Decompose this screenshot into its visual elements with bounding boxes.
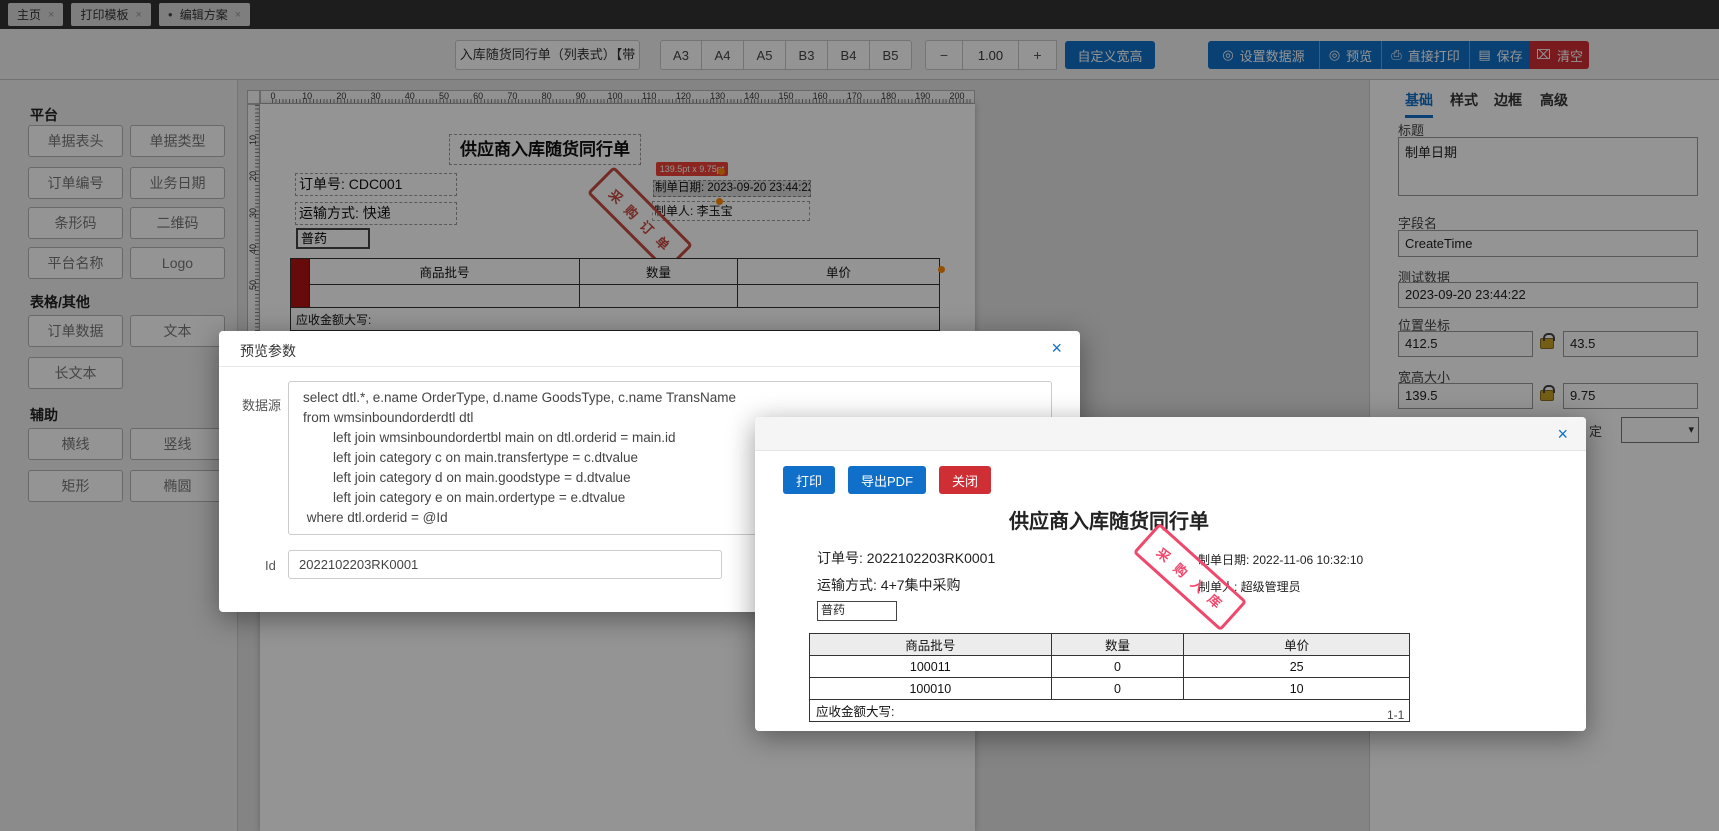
purchase-inbound-stamp: 采购入库 (1132, 522, 1248, 632)
table-row: 商品批号 数量 单价 (809, 633, 1410, 656)
params-modal-header: 预览参数 × (219, 331, 1080, 367)
preview-modal-header: × (755, 417, 1586, 451)
preview-drug-type: 普药 (817, 601, 897, 621)
close-icon[interactable]: × (1051, 338, 1062, 358)
table-row: 100011 0 25 (809, 655, 1410, 678)
id-param-label: Id (265, 558, 276, 573)
preview-make-date: 制单日期: 2022-11-06 10:32:10 (1198, 553, 1364, 567)
page-number: 1-1 (1387, 708, 1405, 722)
close-icon[interactable]: × (1557, 424, 1568, 444)
cell-batch: 100010 (809, 677, 1052, 700)
export-pdf-button[interactable]: 导出PDF (848, 466, 927, 494)
print-template-designer: 主页 × 打印模板 × ● 编辑方案 × 入库随货同行单（列表式）【带 A3 A… (0, 0, 1719, 831)
cell-batch: 100011 (809, 655, 1052, 678)
preview-table: 商品批号 数量 单价 100011 0 25 100010 0 10 应收金额大… (809, 633, 1410, 722)
close-preview-button[interactable]: 关闭 (939, 466, 992, 494)
cell-qty: 0 (1050, 655, 1185, 678)
cell-qty: 0 (1050, 677, 1185, 700)
print-preview-modal: × 打印 导出PDF 关闭 供应商入库随货同行单 订单号: 2022102203… (755, 417, 1586, 731)
col-header-batch: 商品批号 (809, 633, 1052, 656)
cell-price: 25 (1183, 655, 1410, 678)
preview-order-no: 订单号: 2022102203RK0001 (817, 550, 996, 566)
preview-actions: 打印 导出PDF 关闭 (783, 466, 992, 494)
col-header-qty: 数量 (1050, 633, 1185, 656)
cell-price: 10 (1183, 677, 1410, 700)
print-button[interactable]: 打印 (783, 466, 836, 494)
params-modal-title: 预览参数 (240, 343, 296, 359)
table-row: 应收金额大写: (809, 699, 1410, 722)
table-row: 100010 0 10 (809, 677, 1410, 700)
amount-footer: 应收金额大写: (809, 699, 1410, 722)
id-param-input[interactable]: 2022102203RK0001 (288, 550, 722, 579)
datasource-label: 数据源 (241, 398, 281, 413)
col-header-price: 单价 (1183, 633, 1410, 656)
sql-line: select dtl.*, e.name OrderType, d.name G… (303, 390, 736, 405)
preview-transport: 运输方式: 4+7集中采购 (817, 577, 961, 593)
preview-doc-title: 供应商入库随货同行单 (1009, 511, 1209, 533)
